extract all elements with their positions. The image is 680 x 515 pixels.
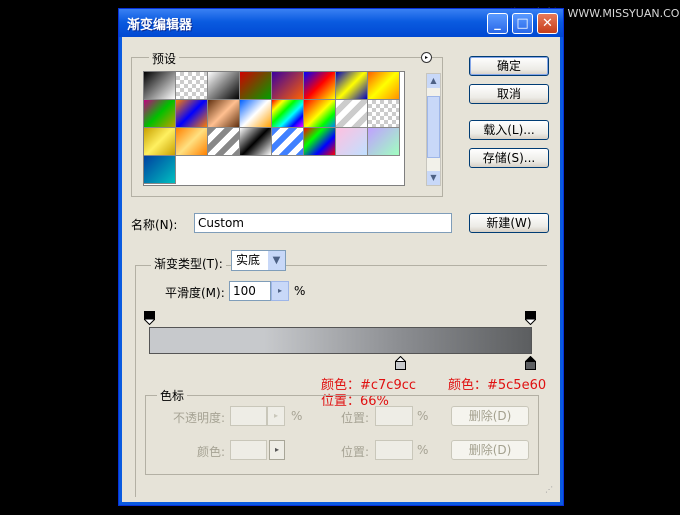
delete-color-stop-button[interactable]: 删除(D) [451,440,529,460]
smoothness-unit: % [294,284,306,298]
minimize-button[interactable]: _ [487,13,508,34]
gradient-type-select[interactable]: 实底 ▼ [231,250,286,271]
presets-menu-icon[interactable]: ▸ [421,52,432,63]
color-menu-icon[interactable]: ▸ [269,440,285,460]
preset-swatch[interactable] [272,100,304,128]
preset-swatch[interactable] [304,72,336,100]
smoothness-label: 平滑度(M): [165,286,225,300]
presets-scrollbar[interactable]: ▲ ▼ [426,73,441,186]
resize-grip-icon[interactable]: ⋰ [545,486,559,501]
color-stop-left[interactable] [395,356,406,370]
preset-swatch[interactable] [240,100,272,128]
name-label: 名称(N): [131,218,178,232]
opacity-input[interactable] [230,406,267,426]
delete-opacity-stop-button[interactable]: 删除(D) [451,406,529,426]
preset-swatch[interactable] [272,128,304,156]
preset-swatch[interactable] [176,128,208,156]
save-button[interactable]: 存储(S)... [469,148,549,168]
preset-swatch[interactable] [368,128,400,156]
preset-swatch[interactable] [144,128,176,156]
location-unit-color: % [417,443,429,457]
scroll-thumb[interactable] [427,96,440,158]
gradient-type-label: 渐变类型(T): [151,255,226,272]
location-input-color[interactable] [375,440,413,460]
preset-swatch[interactable] [144,72,176,100]
smoothness-input[interactable]: 100 [229,281,271,301]
chevron-down-icon[interactable]: ▼ [268,251,285,270]
preset-swatch[interactable] [304,100,336,128]
opacity-stop-right[interactable] [525,311,536,325]
title-bar[interactable]: 渐变编辑器 _ □ ✕ [119,9,563,37]
color-swatch[interactable] [230,440,267,460]
location-label-color: 位置: [341,445,370,459]
preset-swatch[interactable] [176,100,208,128]
preset-swatch[interactable] [144,156,176,184]
presets-label: 预设 [149,50,180,67]
color-stop-right[interactable] [525,356,536,370]
load-button[interactable]: 载入(L)... [469,120,549,140]
close-button[interactable]: ✕ [537,13,558,34]
smoothness-spin-icon[interactable]: ▸ [271,281,289,301]
preset-swatch[interactable] [336,100,368,128]
preset-swatch[interactable] [304,128,336,156]
opacity-spin-icon[interactable]: ▸ [267,406,285,426]
preset-swatch[interactable] [176,72,208,100]
new-button[interactable]: 新建(W) [469,213,549,233]
gradient-editor-window: 渐变编辑器 _ □ ✕ 预设 ▸ ▲ ▼ 确定 取消 载入(L)... 存储(S… [118,8,564,506]
name-input[interactable]: Custom [194,213,452,233]
preset-swatch[interactable] [272,72,304,100]
opacity-label: 不透明度: [173,411,226,425]
preset-swatch[interactable] [208,100,240,128]
preset-swatch[interactable] [368,100,400,128]
preset-swatch-grid [143,71,405,186]
preset-swatch[interactable] [336,72,368,100]
maximize-button[interactable]: □ [512,13,533,34]
preset-swatch[interactable] [144,100,176,128]
gradient-type-value: 实底 [236,253,261,267]
annotation-stop2-color: 颜色：#5c5e60 [448,378,547,393]
preset-swatch[interactable] [368,72,400,100]
preset-swatch[interactable] [208,128,240,156]
window-title: 渐变编辑器 [127,18,193,33]
ok-button[interactable]: 确定 [469,56,549,76]
preset-swatch[interactable] [240,128,272,156]
color-label: 颜色: [197,445,226,459]
location-label-opacity: 位置: [341,411,370,425]
location-unit-opacity: % [417,409,429,423]
preset-swatch[interactable] [240,72,272,100]
gradient-preview-bar[interactable] [149,327,532,354]
preset-swatch[interactable] [208,72,240,100]
opacity-unit: % [291,409,303,423]
cancel-button[interactable]: 取消 [469,84,549,104]
preset-swatch[interactable] [336,128,368,156]
scroll-up-icon[interactable]: ▲ [427,74,440,88]
location-input-opacity[interactable] [375,406,413,426]
scroll-down-icon[interactable]: ▼ [427,171,440,185]
stops-group-label: 色标 [157,387,188,404]
opacity-stop-left[interactable] [144,311,155,325]
